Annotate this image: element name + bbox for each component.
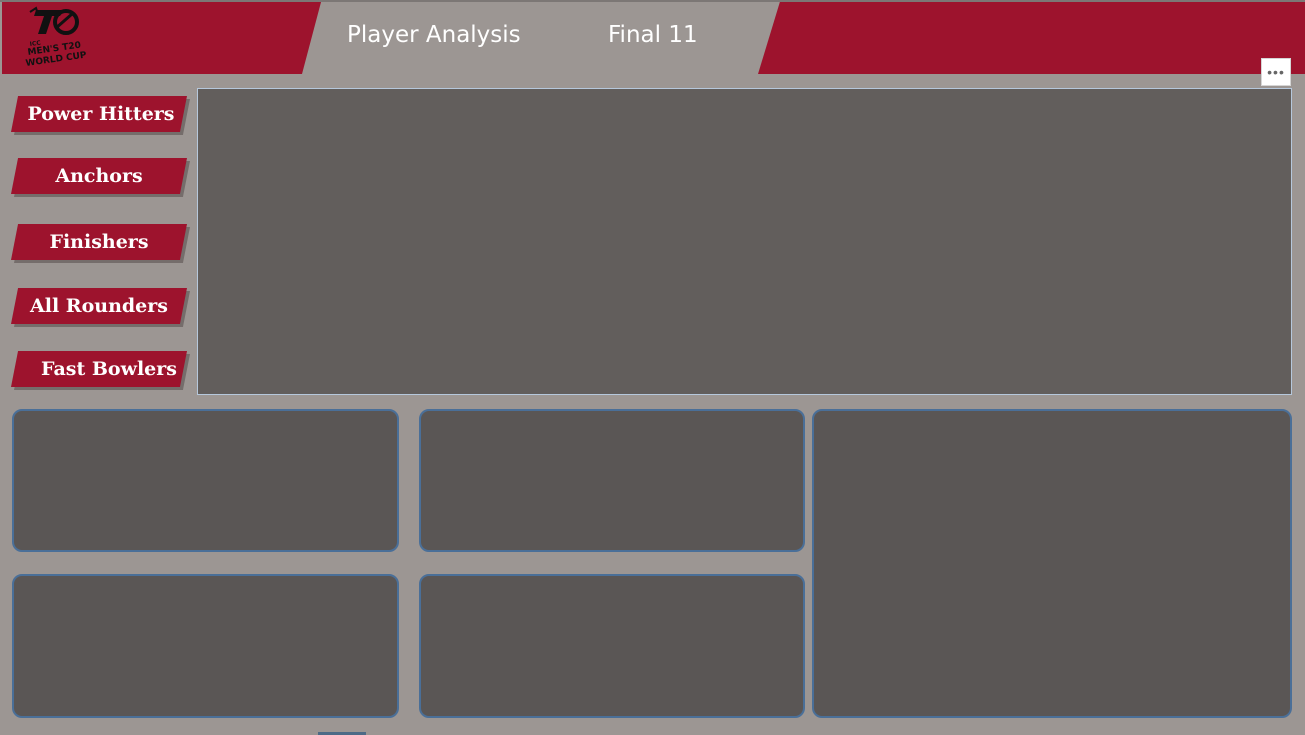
more-options-icon: ••• [1267,64,1285,80]
finishers-button[interactable]: Finishers [11,224,190,263]
anchors-label: Anchors [55,165,143,187]
visual-card-right[interactable] [812,409,1292,718]
visual-card-top-left[interactable] [12,409,399,552]
anchors-button[interactable]: Anchors [11,158,190,197]
fast-bowlers-label: Fast Bowlers [41,358,177,380]
power-hitters-button[interactable]: Power Hitters [11,96,190,135]
tab-player-analysis[interactable]: Player Analysis [347,18,521,52]
visual-card-top-middle[interactable] [419,409,805,552]
power-hitters-label: Power Hitters [27,103,175,125]
top-edge-line [0,0,1305,2]
header-banner-right [758,2,1305,74]
all-rounders-button[interactable]: All Rounders [11,288,190,327]
main-visual-panel[interactable] [197,88,1292,395]
t20-world-cup-logo: ICC MEN'S T20 WORLD CUP [20,6,92,70]
finishers-label: Finishers [49,231,149,253]
fast-bowlers-button[interactable]: Fast Bowlers [11,351,190,390]
more-options-button[interactable]: ••• [1261,58,1291,86]
visual-card-bottom-left[interactable] [12,574,399,718]
tab-final-11[interactable]: Final 11 [608,18,698,52]
all-rounders-label: All Rounders [30,295,168,317]
visual-card-bottom-middle[interactable] [419,574,805,718]
